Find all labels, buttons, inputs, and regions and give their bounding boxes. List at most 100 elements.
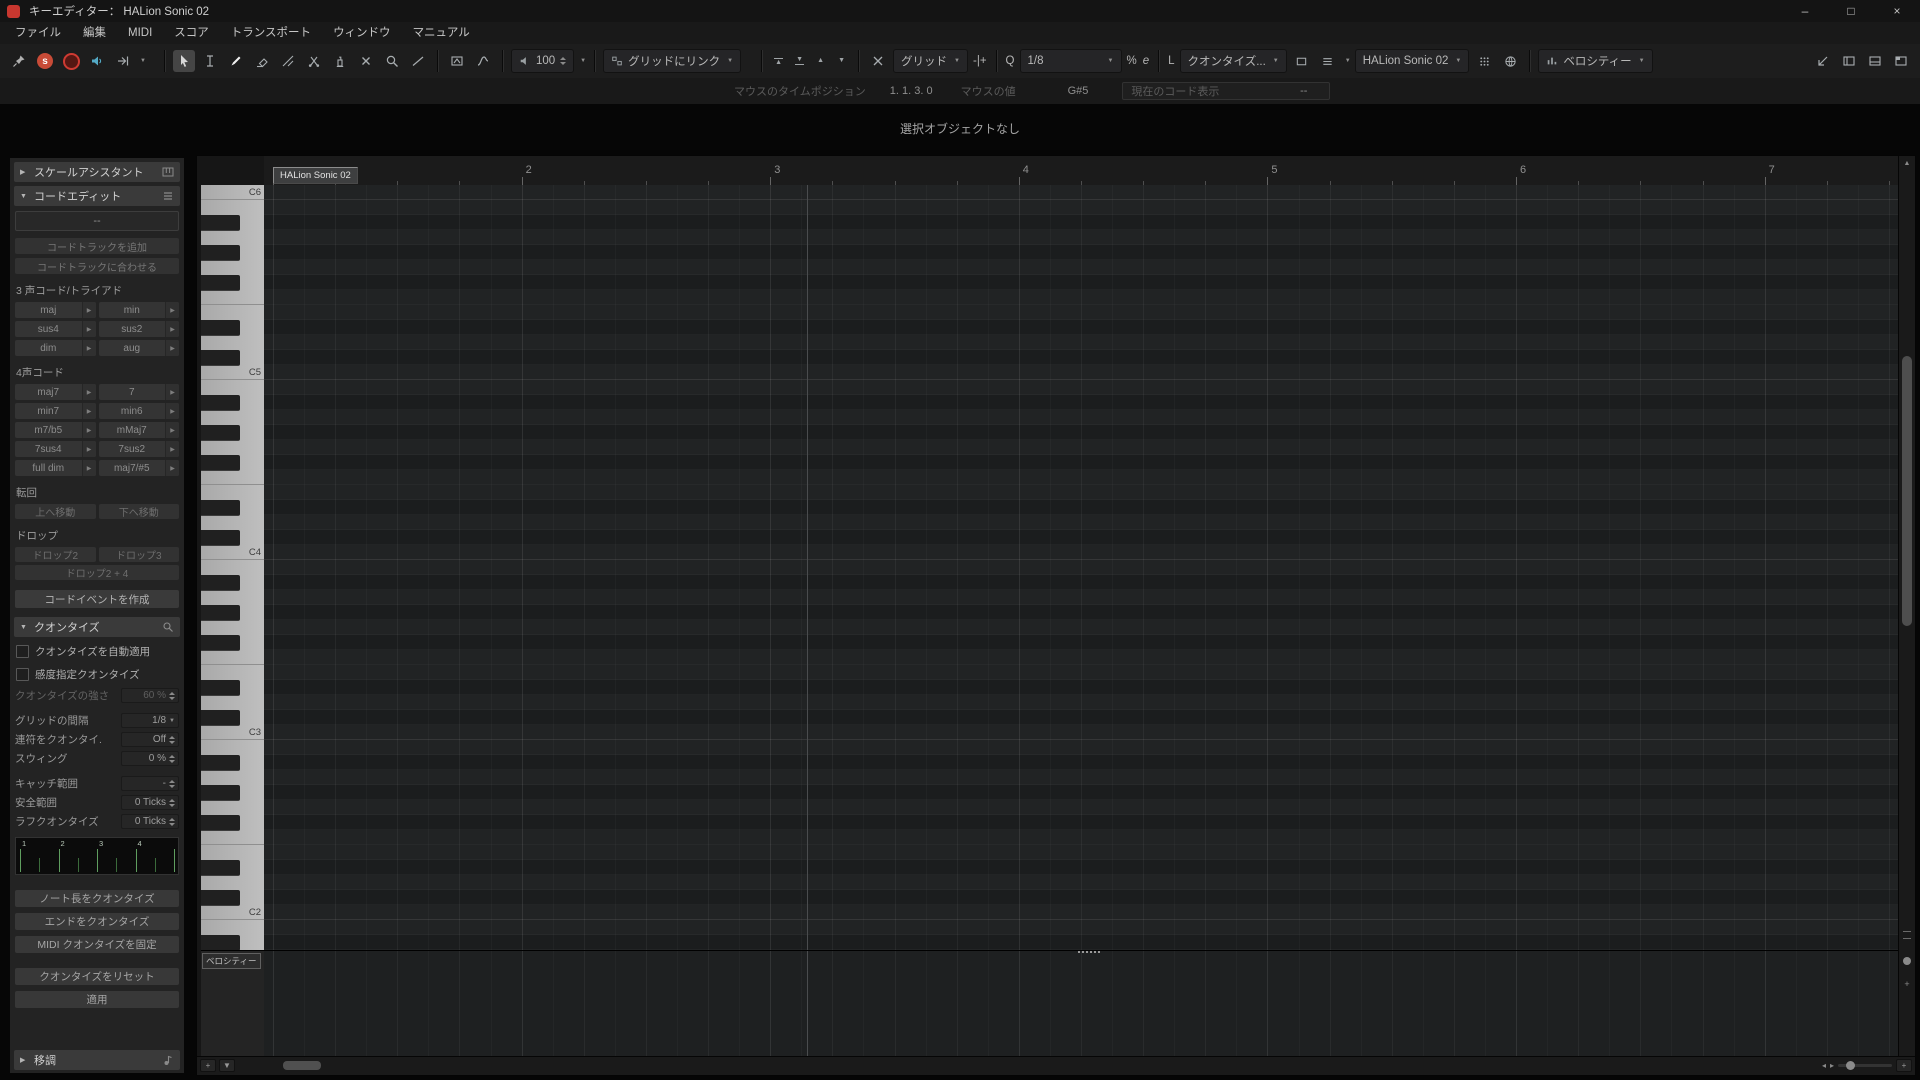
zoom-in-button[interactable]: + xyxy=(1896,1059,1912,1072)
apply-quantize-button[interactable]: 適用 xyxy=(15,991,179,1008)
black-key[interactable] xyxy=(201,575,240,591)
black-key[interactable] xyxy=(201,815,240,831)
move-up-button[interactable]: ▲ xyxy=(770,51,787,71)
spinner-icon[interactable] xyxy=(169,754,175,763)
quantize-row-field[interactable]: - xyxy=(121,776,179,791)
close-button[interactable]: × xyxy=(1874,0,1920,22)
black-key[interactable] xyxy=(201,455,240,471)
vertical-scrollbar[interactable]: ▲ + xyxy=(1898,156,1915,1057)
spinner-icon[interactable] xyxy=(169,735,175,744)
chord-options-caret-icon[interactable]: ▶ xyxy=(81,384,96,400)
zoom-tool[interactable] xyxy=(381,50,403,72)
chord-button[interactable]: sus4 ▶ xyxy=(15,321,96,337)
chord-options-caret-icon[interactable]: ▶ xyxy=(81,302,96,318)
chord-button[interactable]: 7 ▶ xyxy=(98,384,179,400)
draw-tool[interactable] xyxy=(225,50,247,72)
chord-button[interactable]: aug ▶ xyxy=(98,340,179,356)
transpose-up-button[interactable]: ▲ xyxy=(812,51,829,71)
reset-quantize-button[interactable]: クオンタイズをリセット xyxy=(15,968,179,985)
chord-button[interactable]: min6 ▶ xyxy=(98,403,179,419)
black-key[interactable] xyxy=(201,635,240,651)
menu-item-2[interactable]: MIDI xyxy=(117,22,163,44)
black-key[interactable] xyxy=(201,395,240,411)
zoom-slider-dot[interactable] xyxy=(1846,1061,1855,1070)
note-display-grid[interactable] xyxy=(264,185,1899,951)
iq-quantize-row[interactable]: 感度指定クオンタイズ xyxy=(16,667,178,682)
scroll-left-arrow-icon[interactable]: ◂ xyxy=(1822,1061,1826,1070)
scroll-up-arrow-icon[interactable]: ▲ xyxy=(1899,156,1915,170)
add-chord-track-button[interactable]: コードトラックを追加 xyxy=(15,238,179,254)
chord-button[interactable]: dim ▶ xyxy=(15,340,96,356)
chord-options-caret-icon[interactable]: ▶ xyxy=(81,403,96,419)
chord-options-caret-icon[interactable]: ▶ xyxy=(165,460,179,476)
edit-mode-button[interactable] xyxy=(1317,50,1339,72)
black-key[interactable] xyxy=(201,500,240,516)
glue-tool[interactable] xyxy=(329,50,351,72)
checkbox-icon[interactable] xyxy=(16,668,29,681)
minimize-button[interactable]: – xyxy=(1782,0,1828,22)
vertical-zoom-plus[interactable]: + xyxy=(1899,979,1915,989)
transpose-down-button[interactable]: ▼ xyxy=(833,51,850,71)
insert-velocity-field[interactable]: 100 xyxy=(510,49,575,73)
split-tool[interactable] xyxy=(303,50,325,72)
chord-options-caret-icon[interactable]: ▶ xyxy=(165,340,179,356)
menu-item-5[interactable]: ウィンドウ xyxy=(322,22,402,44)
chord-options-caret-icon[interactable]: ▶ xyxy=(165,384,179,400)
black-key[interactable] xyxy=(201,350,240,366)
quantize-function-button[interactable]: MIDI クオンタイズを固定 xyxy=(15,936,179,953)
black-key[interactable] xyxy=(201,605,240,621)
snap-type-dropdown[interactable]: グリッド ▼ xyxy=(893,49,968,73)
chord-options-caret-icon[interactable]: ▶ xyxy=(165,441,179,457)
black-key[interactable] xyxy=(201,215,240,231)
chord-button[interactable]: m7/b5 ▶ xyxy=(15,422,96,438)
auto-select-controllers-button[interactable] xyxy=(446,50,468,72)
grid-type-icon[interactable]: -|+ xyxy=(973,55,987,67)
chord-button[interactable]: full dim ▶ xyxy=(15,460,96,476)
inversion-button[interactable]: 下へ移動 xyxy=(98,504,179,519)
section-quantize[interactable]: ▼ クオンタイズ xyxy=(14,617,180,637)
chord-options-caret-icon[interactable]: ▶ xyxy=(81,460,96,476)
black-key[interactable] xyxy=(201,320,240,336)
match-chord-track-button[interactable]: コードトラックに合わせる xyxy=(15,258,179,274)
scroll-right-arrow-icon[interactable]: ▸ xyxy=(1830,1061,1834,1070)
object-selection-tool[interactable] xyxy=(172,50,195,72)
menu-item-4[interactable]: トランスポート xyxy=(220,22,322,44)
quantize-preset-dropdown[interactable]: 1/8 ▼ xyxy=(1019,49,1122,73)
insert-velocity-caret[interactable]: ▼ xyxy=(580,58,586,64)
autoscroll-options-caret[interactable]: ▼ xyxy=(140,58,146,64)
black-key[interactable] xyxy=(201,680,240,696)
quantize-row-field[interactable]: 60 % xyxy=(121,688,179,703)
section-transpose[interactable]: ▶ 移調 xyxy=(14,1050,180,1070)
horizontal-zoom-slider[interactable] xyxy=(1838,1061,1892,1070)
horizontal-scroll-thumb[interactable] xyxy=(283,1061,321,1070)
section-chord-edit[interactable]: ▼ コードエディット xyxy=(14,186,180,206)
piano-keyboard[interactable]: C6 C5 C4 C3 C2 xyxy=(201,185,265,951)
chord-options-caret-icon[interactable]: ▶ xyxy=(81,422,96,438)
controller-lane-header[interactable]: ベロシティー xyxy=(201,951,265,1057)
record-in-editor-button[interactable] xyxy=(60,50,82,72)
show-part-borders-button[interactable] xyxy=(1291,50,1313,72)
erase-tool[interactable] xyxy=(251,50,273,72)
time-ruler[interactable]: 2 3 4 5 6 7 xyxy=(264,156,1899,186)
length-quantize-dropdown[interactable]: クオンタイズ... ▼ xyxy=(1179,49,1287,73)
quantize-function-button[interactable]: ノート長をクオンタイズ xyxy=(15,890,179,907)
acoustic-feedback-button[interactable] xyxy=(86,50,108,72)
create-chord-event-button[interactable]: コードイベントを作成 xyxy=(15,590,179,608)
quantize-row-field[interactable]: 0 % xyxy=(121,751,179,766)
open-in-lower-zone-button[interactable] xyxy=(1812,50,1834,72)
lane-preset-caret[interactable]: ▼ xyxy=(219,1059,235,1072)
chord-options-caret-icon[interactable]: ▶ xyxy=(81,321,96,337)
chord-button[interactable]: mMaj7 ▶ xyxy=(98,422,179,438)
spinner-icon[interactable] xyxy=(169,798,175,807)
event-colors-dropdown[interactable]: ベロシティー ▼ xyxy=(1538,49,1653,73)
spinner-icon[interactable] xyxy=(169,779,175,788)
solo-editor-button[interactable]: s xyxy=(34,50,56,72)
open-quantize-panel-icon[interactable]: e xyxy=(1143,55,1149,67)
black-key[interactable] xyxy=(201,275,240,291)
drop-2-4-button[interactable]: ドロップ2 + 4 xyxy=(15,565,179,580)
drop-button[interactable]: ドロップ3 xyxy=(98,547,179,562)
black-key[interactable] xyxy=(201,890,240,906)
trim-tool[interactable] xyxy=(277,50,299,72)
snap-on-off-button[interactable] xyxy=(867,50,889,72)
line-tool[interactable] xyxy=(407,50,429,72)
